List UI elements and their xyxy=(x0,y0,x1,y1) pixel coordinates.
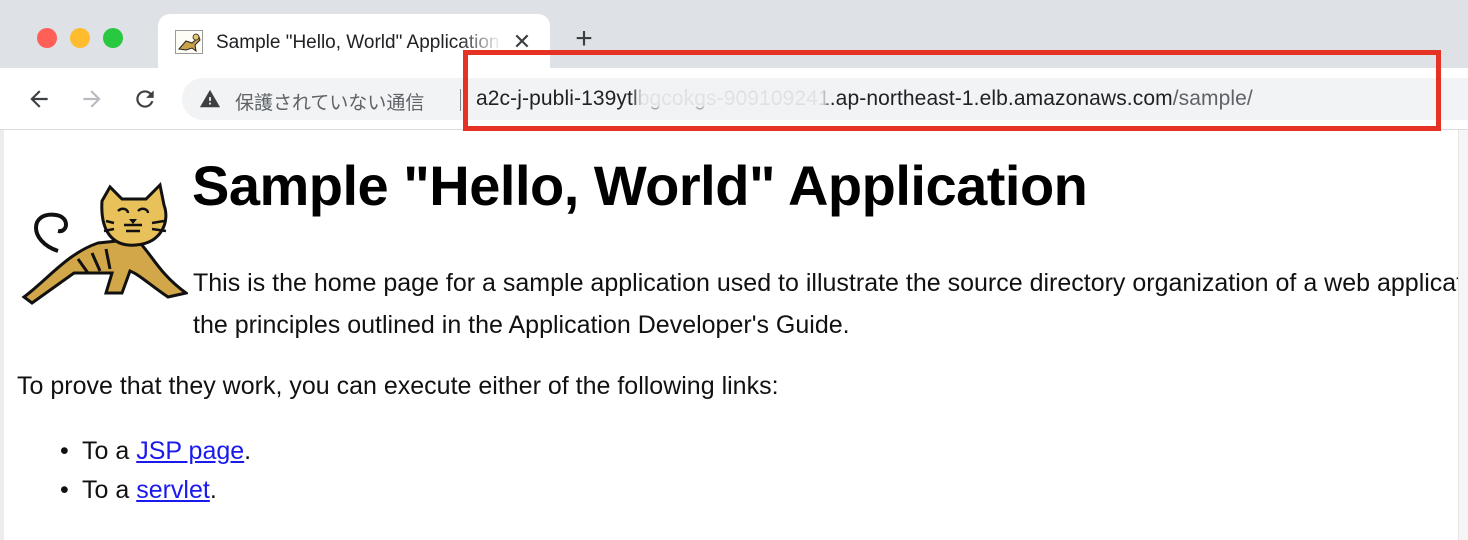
right-gutter xyxy=(1458,130,1468,540)
tomcat-logo xyxy=(21,181,188,305)
minimize-window-button[interactable] xyxy=(70,28,90,48)
bullet: • xyxy=(60,437,69,465)
arrow-right-icon xyxy=(83,90,101,108)
intro-line: This is the home page for a sample appli… xyxy=(193,269,1458,297)
back-button[interactable] xyxy=(22,82,56,116)
reload-button[interactable] xyxy=(128,82,162,116)
arrow-left-icon xyxy=(30,90,48,108)
list-item: • To a servlet. xyxy=(60,476,251,515)
tomcat-icon xyxy=(175,30,203,54)
page-title: Sample "Hello, World" Application xyxy=(192,154,1088,217)
tab-title: Sample "Hello, World" Application xyxy=(216,32,500,53)
link-prefix: To a xyxy=(82,437,137,465)
prove-paragraph: To prove that they work, you can execute… xyxy=(17,372,779,400)
link-prefix: To a xyxy=(82,476,137,504)
bullet: • xyxy=(60,476,69,504)
omnibox-divider xyxy=(460,89,461,111)
forward-button[interactable] xyxy=(75,82,109,116)
close-window-button[interactable] xyxy=(37,28,57,48)
links-list: • To a JSP page. • To a servlet. xyxy=(60,437,251,515)
page-content: Sample "Hello, World" Application This i… xyxy=(0,131,1458,540)
intro-paragraph: This is the home page for a sample appli… xyxy=(193,262,1458,346)
url-highlight-annotation xyxy=(463,50,1441,131)
warning-triangle-icon xyxy=(199,89,221,108)
link-suffix: . xyxy=(244,437,252,465)
servlet-link[interactable]: servlet xyxy=(136,476,210,504)
link-suffix: . xyxy=(209,476,217,504)
security-label[interactable]: 保護されていない通信 xyxy=(235,88,424,115)
jsp-page-link[interactable]: JSP page xyxy=(136,437,244,465)
zoom-window-button[interactable] xyxy=(103,28,123,48)
list-item: • To a JSP page. xyxy=(60,437,251,476)
reload-icon xyxy=(136,90,154,108)
intro-line: the principles outlined in the Applicati… xyxy=(193,311,850,339)
